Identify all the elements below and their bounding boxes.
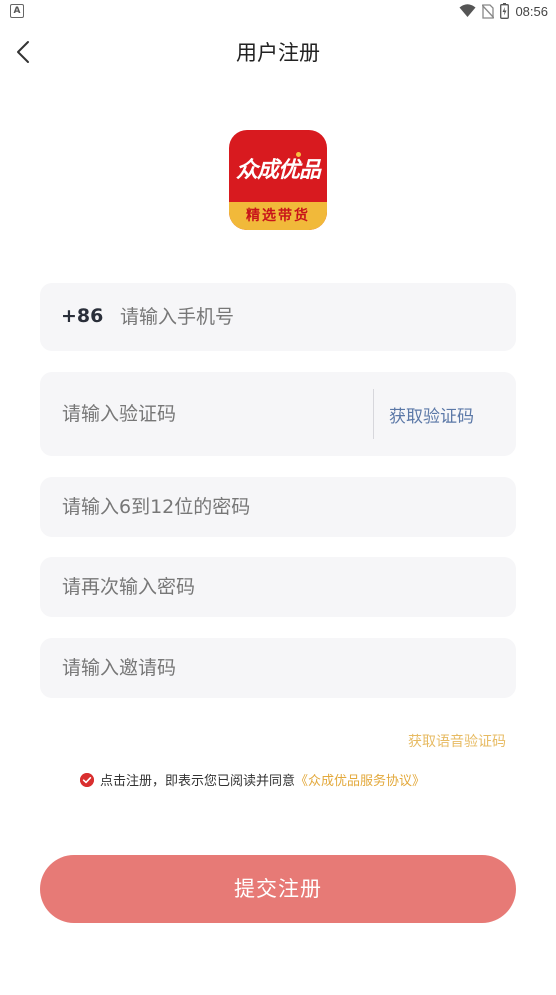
agreement-row: 点击注册，即表示您已阅读并同意 《众成优品服务协议》 bbox=[80, 770, 425, 789]
phone-input[interactable] bbox=[120, 303, 500, 331]
password-field bbox=[40, 477, 516, 537]
agreement-text: 点击注册，即表示您已阅读并同意 bbox=[100, 774, 296, 789]
invite-code-field bbox=[40, 638, 516, 698]
code-input[interactable] bbox=[62, 400, 362, 428]
logo-slogan: 精选带货 bbox=[229, 202, 327, 230]
phone-field: +86 bbox=[40, 283, 516, 351]
status-icons: 08:56 bbox=[459, 3, 548, 19]
page-title: 用户注册 bbox=[236, 41, 320, 65]
invite-code-input[interactable] bbox=[62, 654, 492, 682]
divider bbox=[373, 389, 374, 439]
logo-dot bbox=[296, 152, 301, 157]
code-field: 获取验证码 bbox=[40, 372, 516, 456]
status-bar: A 08:56 bbox=[0, 0, 556, 24]
battery-icon bbox=[500, 3, 510, 19]
check-circle-icon[interactable] bbox=[80, 772, 94, 787]
submit-register-button[interactable]: 提交注册 bbox=[40, 855, 516, 923]
app-logo: 众成优品 精选带货 bbox=[229, 130, 327, 230]
logo-text: 众成优品 bbox=[235, 157, 321, 183]
get-code-button[interactable]: 获取验证码 bbox=[389, 402, 474, 427]
no-sim-icon bbox=[482, 3, 495, 19]
password-input[interactable] bbox=[62, 493, 492, 521]
register-page: A 08:56 用户注册 众成优品 精选带货 +86 请输入手机号 请输入验证码… bbox=[0, 0, 556, 995]
voice-code-link[interactable]: 获取语音验证码 bbox=[408, 731, 506, 751]
confirm-password-field bbox=[40, 557, 516, 617]
country-code[interactable]: +86 bbox=[61, 305, 103, 327]
confirm-password-input[interactable] bbox=[62, 573, 492, 601]
service-agreement-link[interactable]: 《众成优品服务协议》 bbox=[295, 770, 425, 789]
app-notification-icon: A bbox=[10, 4, 24, 18]
clock: 08:56 bbox=[515, 3, 548, 19]
nav-bar: 用户注册 bbox=[0, 24, 556, 80]
wifi-icon bbox=[459, 4, 476, 17]
